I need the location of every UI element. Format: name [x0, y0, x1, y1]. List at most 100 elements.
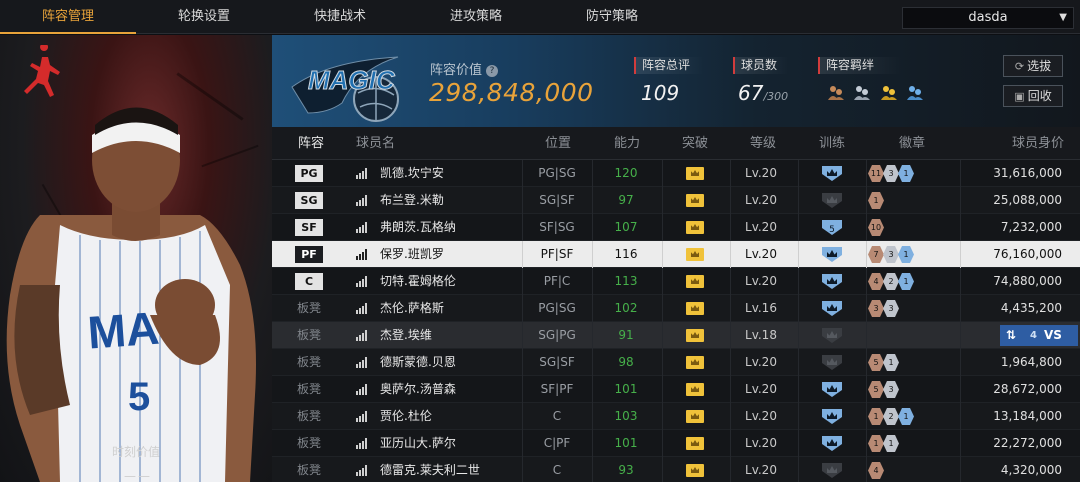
breakthrough-crown-icon[interactable] [686, 167, 704, 180]
account-dropdown[interactable]: dasda ▼ [902, 7, 1074, 29]
training-icon[interactable] [821, 327, 843, 344]
lineup-slot-bench: 板凳 [297, 382, 322, 396]
player-name[interactable]: 德雷克.莱夫利二世 [380, 457, 480, 482]
badge-icon: 10 [868, 219, 884, 236]
player-position: PF|SF [540, 247, 574, 261]
breakthrough-crown-icon[interactable] [686, 464, 704, 477]
table-row[interactable]: C 切特.霍姆格伦 PF|C 113 Lv.20 4 2 1 74,880,000 [272, 268, 1080, 295]
player-name[interactable]: 保罗.班凯罗 [380, 241, 444, 268]
player-level: Lv.20 [745, 220, 777, 234]
player-portrait-panel: MAG 5 时刻价值 —— [0, 35, 272, 482]
tab-rotation-settings[interactable]: 轮换设置 [136, 0, 272, 34]
player-price: 31,616,000 [993, 166, 1062, 180]
col-header-ability[interactable]: 能力 [614, 127, 640, 160]
player-price: 1,964,800 [1000, 355, 1062, 369]
refresh-icon: ⟳ [1014, 60, 1025, 73]
breakthrough-crown-icon[interactable] [686, 275, 704, 288]
col-header-training[interactable]: 训练 [819, 127, 845, 160]
signal-strength-icon [356, 384, 368, 395]
player-price: 7,232,000 [1000, 220, 1062, 234]
player-name[interactable]: 贾伦.杜伦 [380, 403, 432, 430]
table-row[interactable]: 板凳 奥萨尔.汤普森 SF|PF 101 Lv.20 5 3 28,672,000 [272, 376, 1080, 403]
table-row[interactable]: 板凳 亚历山大.萨尔 C|PF 101 Lv.20 1 1 22,272,000 [272, 430, 1080, 457]
player-price: 22,272,000 [993, 436, 1062, 450]
col-header-price[interactable]: 球员身价 [1012, 127, 1064, 160]
col-header-lineup[interactable]: 阵容 [298, 127, 324, 160]
player-price: 25,088,000 [993, 193, 1062, 207]
breakthrough-crown-icon[interactable] [686, 383, 704, 396]
player-ability: 107 [614, 220, 638, 234]
team-value: 298,848,000 [429, 78, 594, 107]
team-rating-label: 阵容总评 [634, 57, 704, 74]
player-ability: 116 [614, 247, 638, 261]
moment-value-label: 时刻价值 [111, 445, 160, 459]
team-bond-icons[interactable] [826, 83, 927, 105]
tab-quick-tactics[interactable]: 快捷战术 [272, 0, 408, 34]
tab-lineup-management[interactable]: 阵容管理 [0, 0, 136, 34]
breakthrough-crown-icon[interactable] [686, 221, 704, 234]
col-header-position[interactable]: 位置 [545, 127, 571, 160]
training-icon[interactable] [821, 300, 843, 317]
training-icon[interactable] [821, 462, 843, 479]
recycle-button[interactable]: ▣ 回收 [1003, 85, 1063, 107]
player-name[interactable]: 凯德.坎宁安 [380, 160, 444, 187]
breakthrough-crown-icon[interactable] [686, 248, 704, 261]
player-ability: 113 [614, 274, 638, 288]
training-icon[interactable]: 5 [821, 219, 843, 236]
training-icon[interactable] [821, 192, 843, 209]
badge-icon: 1 [898, 246, 914, 263]
badge-icon: 5 [868, 381, 884, 398]
badge-icon: 3 [883, 300, 899, 317]
table-row[interactable]: 板凳 贾伦.杜伦 C 103 Lv.20 1 2 1 13,184,000 [272, 403, 1080, 430]
table-row[interactable]: PG 凯德.坎宁安 PG|SG 120 Lv.20 11 3 1 31,616,000 [272, 160, 1080, 187]
training-icon[interactable] [821, 381, 843, 398]
table-row[interactable]: SF 弗朗茨.瓦格纳 SF|SG 107 Lv.20 5 10 7,232,000 [272, 214, 1080, 241]
breakthrough-crown-icon[interactable] [686, 302, 704, 315]
col-header-breakthrough[interactable]: 突破 [682, 127, 708, 160]
training-icon[interactable] [821, 165, 843, 182]
table-row[interactable]: PF 保罗.班凯罗 PF|SF 116 Lv.20 7 3 1 76,160,000 [272, 241, 1080, 268]
player-name[interactable]: 德斯蒙德.贝恩 [380, 349, 456, 376]
training-icon[interactable] [821, 435, 843, 452]
table-row[interactable]: SG 布兰登.米勒 SG|SF 97 Lv.20 1 25,088,000 [272, 187, 1080, 214]
player-position: SG|PG [538, 328, 576, 342]
player-name[interactable]: 布兰登.米勒 [380, 187, 444, 214]
swap-arrows-icon: ⇅ [1006, 328, 1017, 342]
tab-offense-strategy[interactable]: 进攻策略 [408, 0, 544, 34]
svg-text:5: 5 [829, 225, 835, 235]
player-level: Lv.20 [745, 463, 777, 477]
col-header-name[interactable]: 球员名 [356, 127, 395, 160]
swap-compare-button[interactable]: ⇅ 4 VS [1000, 325, 1078, 346]
player-name[interactable]: 奥萨尔.汤普森 [380, 376, 456, 403]
signal-strength-icon [356, 465, 368, 476]
player-name[interactable]: 杰登.埃维 [380, 322, 432, 349]
training-icon[interactable] [821, 273, 843, 290]
account-dropdown-value: dasda [968, 10, 1008, 25]
player-name[interactable]: 切特.霍姆格伦 [380, 268, 456, 295]
select-button[interactable]: ⟳ 选拔 [1003, 55, 1063, 77]
table-row[interactable]: 板凳 杰登.埃维 SG|PG 91 Lv.18 ⇅ 4 VS [272, 322, 1080, 349]
training-icon[interactable] [821, 354, 843, 371]
svg-text:5: 5 [128, 375, 150, 419]
training-icon[interactable] [821, 246, 843, 263]
breakthrough-crown-icon[interactable] [686, 356, 704, 369]
help-icon[interactable]: ? [486, 65, 499, 77]
col-header-level[interactable]: 等级 [750, 127, 776, 160]
chevron-down-icon: ▼ [1059, 12, 1067, 23]
table-row[interactable]: 板凳 德雷克.莱夫利二世 C 93 Lv.20 4 4,320,000 [272, 457, 1080, 482]
tab-defense-strategy[interactable]: 防守策略 [544, 0, 680, 34]
col-header-badges[interactable]: 徽章 [899, 127, 925, 160]
table-row[interactable]: 板凳 德斯蒙德.贝恩 SG|SF 98 Lv.20 5 1 1,964,800 [272, 349, 1080, 376]
breakthrough-crown-icon[interactable] [686, 194, 704, 207]
breakthrough-crown-icon[interactable] [686, 410, 704, 423]
signal-strength-icon [356, 222, 368, 233]
breakthrough-crown-icon[interactable] [686, 437, 704, 450]
player-name[interactable]: 杰伦.萨格斯 [380, 295, 444, 322]
badge-icon: 1 [898, 273, 914, 290]
player-name[interactable]: 亚历山大.萨尔 [380, 430, 456, 457]
training-icon[interactable] [821, 408, 843, 425]
table-row[interactable]: 板凳 杰伦.萨格斯 PG|SG 102 Lv.16 3 3 4,435,200 [272, 295, 1080, 322]
player-name[interactable]: 弗朗茨.瓦格纳 [380, 214, 456, 241]
breakthrough-crown-icon[interactable] [686, 329, 704, 342]
lineup-slot-bench: 板凳 [297, 436, 322, 450]
